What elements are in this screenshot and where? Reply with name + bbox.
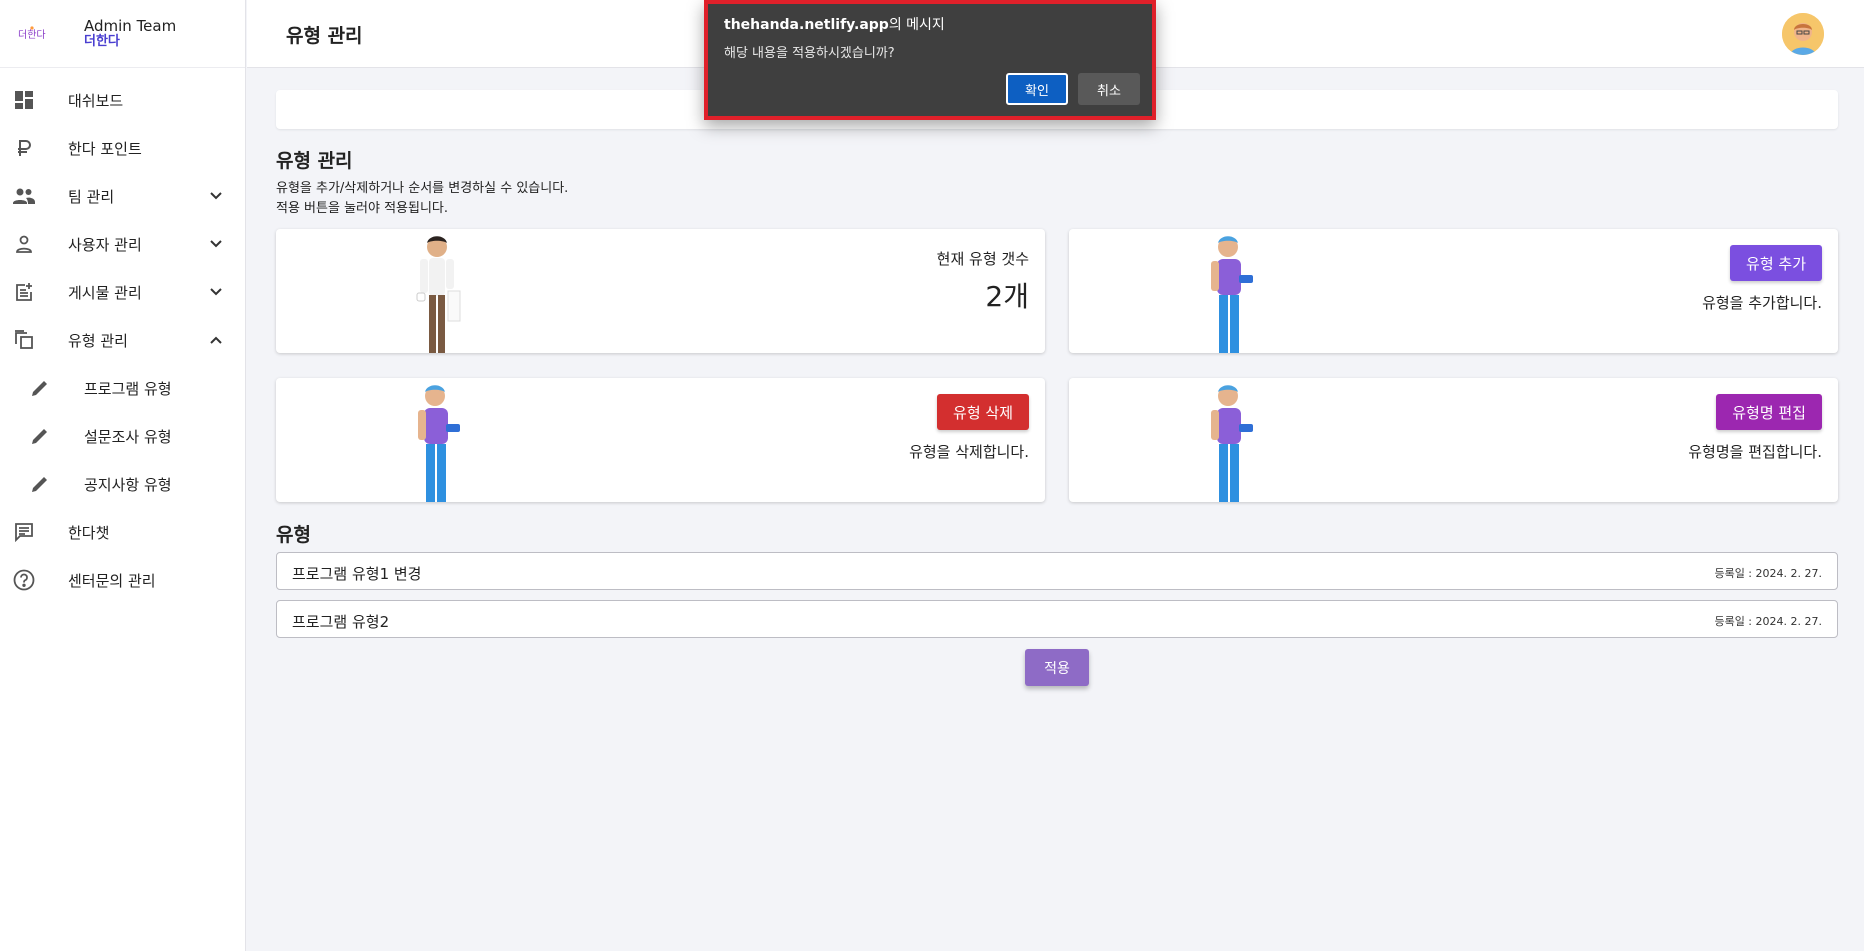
- type-count-card: 현재 유형 갯수 2개: [276, 229, 1045, 353]
- chat-icon: [12, 520, 36, 544]
- dialog-title-suffix: 의 메시지: [888, 17, 945, 33]
- sidebar-item-posts[interactable]: 게시물 관리: [0, 268, 245, 316]
- sidebar-item-label: 게시물 관리: [68, 283, 142, 302]
- edit-type-name-button[interactable]: 유형명 편집: [1716, 394, 1822, 430]
- help-icon: [12, 568, 36, 592]
- type-registered-date: 등록일 : 2024. 2. 27.: [1714, 615, 1822, 628]
- dialog-cancel-button[interactable]: 취소: [1078, 73, 1140, 105]
- brand-subtitle: 더한다: [84, 33, 120, 49]
- section-description: 유형을 추가/삭제하거나 순서를 변경하실 수 있습니다. 적용 버튼을 눌러야…: [276, 179, 568, 219]
- sidebar-nav: 대쉬보드 한다 포인트 팀 관리 사용자 관리 게시물 관리 유형 관리 프로그…: [0, 76, 245, 604]
- type-list-row[interactable]: 프로그램 유형2 등록일 : 2024. 2. 27.: [276, 600, 1838, 638]
- apply-button[interactable]: 적용: [1025, 649, 1089, 686]
- chevron-down-icon[interactable]: [206, 282, 226, 302]
- type-count-value: 2개: [985, 280, 1029, 313]
- svg-text:더한다: 더한다: [18, 29, 46, 41]
- pencil-icon: [28, 424, 52, 448]
- sidebar-item-team[interactable]: 팀 관리: [0, 172, 245, 220]
- chevron-down-icon[interactable]: [206, 186, 226, 206]
- type-name: 프로그램 유형1 변경: [292, 565, 422, 583]
- brand[interactable]: 더한다 Admin Team 더한다: [0, 0, 245, 68]
- type-list-row[interactable]: 프로그램 유형1 변경 등록일 : 2024. 2. 27.: [276, 552, 1838, 590]
- post-add-icon: [12, 280, 36, 304]
- sidebar: 더한다 Admin Team 더한다 대쉬보드 한다 포인트 팀 관리 사용자 …: [0, 0, 246, 951]
- sidebar-item-handa-chat[interactable]: 한다챗: [0, 508, 245, 556]
- delete-type-button[interactable]: 유형 삭제: [937, 394, 1029, 430]
- brand-logo: 더한다: [18, 25, 46, 41]
- edit-type-card: 유형명 편집 유형명을 편집합니다.: [1069, 378, 1838, 502]
- sidebar-item-types[interactable]: 유형 관리: [0, 316, 245, 364]
- dialog-message: 해당 내용을 적용하시겠습니까?: [724, 46, 895, 61]
- sidebar-item-label: 프로그램 유형: [84, 379, 172, 398]
- pencil-icon: [28, 376, 52, 400]
- sidebar-item-label: 공지사항 유형: [84, 475, 172, 494]
- add-type-description: 유형을 추가합니다.: [1702, 294, 1822, 312]
- edit-type-description: 유형명을 편집합니다.: [1688, 443, 1822, 461]
- sidebar-item-label: 대쉬보드: [68, 91, 124, 110]
- sidebar-item-survey-type[interactable]: 설문조사 유형: [0, 412, 245, 460]
- section-title: 유형 관리: [276, 150, 353, 172]
- add-type-button[interactable]: 유형 추가: [1730, 245, 1822, 281]
- sidebar-item-dashboard[interactable]: 대쉬보드: [0, 76, 245, 124]
- delete-type-card: 유형 삭제 유형을 삭제합니다.: [276, 378, 1045, 502]
- sidebar-item-label: 유형 관리: [68, 331, 128, 350]
- sidebar-item-label: 사용자 관리: [68, 235, 142, 254]
- chevron-down-icon[interactable]: [206, 234, 226, 254]
- sidebar-item-label: 한다챗: [68, 523, 110, 542]
- dialog-ok-button[interactable]: 확인: [1006, 73, 1068, 105]
- delete-type-description: 유형을 삭제합니다.: [909, 443, 1029, 461]
- add-type-card: 유형 추가 유형을 추가합니다.: [1069, 229, 1838, 353]
- sidebar-item-handa-point[interactable]: 한다 포인트: [0, 124, 245, 172]
- type-name: 프로그램 유형2: [292, 613, 390, 631]
- type-list-title: 유형: [276, 524, 311, 546]
- sidebar-item-label: 한다 포인트: [68, 139, 142, 158]
- copy-icon: [12, 328, 36, 352]
- description-line: 적용 버튼을 눌러야 적용됩니다.: [276, 201, 449, 216]
- people-icon: [12, 184, 36, 208]
- sidebar-item-label: 설문조사 유형: [84, 427, 172, 446]
- type-count-label: 현재 유형 갯수: [936, 250, 1029, 268]
- confirm-dialog: thehanda.netlify.app의 메시지 해당 내용을 적용하시겠습니…: [704, 0, 1156, 120]
- person-icon: [12, 232, 36, 256]
- sidebar-item-label: 센터문의 관리: [68, 571, 156, 590]
- sidebar-item-notice-type[interactable]: 공지사항 유형: [0, 460, 245, 508]
- person-illustration: [416, 236, 461, 353]
- brand-title: Admin Team: [84, 16, 177, 35]
- description-line: 유형을 추가/삭제하거나 순서를 변경하실 수 있습니다.: [276, 181, 569, 196]
- person-illustration: [418, 385, 460, 502]
- sidebar-item-label: 팀 관리: [68, 187, 115, 206]
- avatar[interactable]: [1782, 13, 1824, 55]
- sidebar-item-program-type[interactable]: 프로그램 유형: [0, 364, 245, 412]
- dialog-title: thehanda.netlify.app의 메시지: [724, 14, 945, 34]
- page-title: 유형 관리: [286, 25, 363, 47]
- sidebar-item-users[interactable]: 사용자 관리: [0, 220, 245, 268]
- chevron-up-icon[interactable]: [206, 330, 226, 350]
- sidebar-item-center-inquiry[interactable]: 센터문의 관리: [0, 556, 245, 604]
- ruble-icon: [12, 136, 36, 160]
- dialog-origin: thehanda.netlify.app: [724, 17, 889, 33]
- person-illustration: [1211, 236, 1253, 353]
- person-illustration: [1211, 385, 1253, 502]
- type-registered-date: 등록일 : 2024. 2. 27.: [1714, 567, 1822, 580]
- pencil-icon: [28, 472, 52, 496]
- dashboard-icon: [12, 88, 36, 112]
